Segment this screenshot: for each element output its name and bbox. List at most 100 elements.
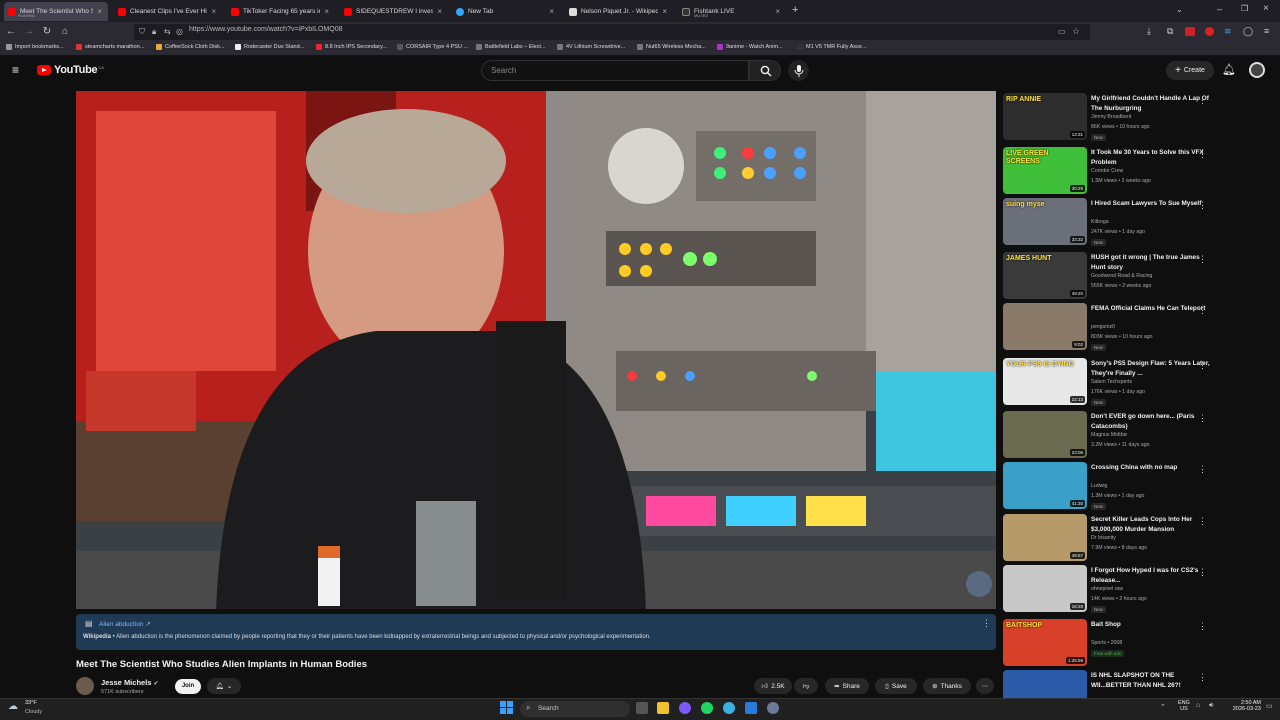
recommendation-item[interactable]: 9:02 FEMA Official Claims He Can Teleport…: [1003, 303, 1273, 353]
recommendation-channel[interactable]: Kitboga: [1091, 219, 1109, 225]
shield-icon[interactable]: ⛉: [139, 27, 145, 37]
recommendation-item[interactable]: LIVE GREEN SCREENS 30:29 It Took Me 30 Yea…: [1003, 147, 1273, 197]
weather-temperature[interactable]: 33°F: [25, 700, 37, 706]
recommendation-item[interactable]: RIP ANNIE 13:31 My Girlfriend Couldn't Han…: [1003, 93, 1273, 143]
task-view-icon[interactable]: [636, 702, 648, 714]
more-options-icon[interactable]: ⋮: [1198, 413, 1207, 424]
video-thumbnail[interactable]: BAITSHOP 1:25:59: [1003, 619, 1087, 666]
bookmark-item[interactable]: 8.8 Inch IPS Secondary...: [316, 44, 387, 50]
recommendation-item[interactable]: JAMES HUNT 49:20 RUSH got it wrong | The t…: [1003, 252, 1273, 302]
close-tab-icon[interactable]: ×: [549, 7, 554, 16]
volume-icon[interactable]: 🔊︎: [1209, 702, 1213, 710]
close-tab-icon[interactable]: ×: [211, 7, 216, 16]
bookmark-item[interactable]: M1 V5 TMR Fully Asse...: [797, 44, 866, 50]
recommendation-channel[interactable]: penguinz0: [1091, 324, 1115, 330]
more-options-icon[interactable]: ⋮: [1198, 200, 1207, 211]
voice-search-button[interactable]: [788, 60, 809, 81]
more-options-icon[interactable]: ⋮: [1198, 95, 1207, 106]
more-options-icon[interactable]: ⋮: [1198, 567, 1207, 578]
bookmark-item[interactable]: Rodecaster Duo Stand...: [235, 44, 304, 50]
menu-hamburger-icon[interactable]: ≡: [1264, 26, 1269, 36]
media-icon[interactable]: ◎: [176, 27, 183, 36]
recommendation-item[interactable]: 41:30 Crossing China with no map Ludwig 1.3…: [1003, 462, 1273, 512]
account-icon[interactable]: ◯: [1243, 26, 1253, 37]
video-thumbnail[interactable]: 49:57: [1003, 514, 1087, 561]
share-button[interactable]: ➦ Share: [825, 678, 869, 694]
more-options-icon[interactable]: ⋮: [1198, 672, 1207, 683]
bookmark-item[interactable]: steamcharts marathon...: [76, 44, 144, 50]
spotify-icon[interactable]: [701, 702, 713, 714]
tab-4[interactable]: SIDEQUESTDREW I investigate×: [340, 2, 448, 21]
url-text[interactable]: https://www.youtube.com/watch?v=iPxbILOM…: [189, 26, 343, 33]
recommendation-title[interactable]: My Girlfriend Couldn't Handle A Lap Of T…: [1091, 94, 1213, 114]
tab-5[interactable]: New Tab ×: [452, 2, 560, 21]
video-thumbnail[interactable]: LIVE GREEN SCREENS 30:29: [1003, 147, 1087, 194]
recommendation-item[interactable]: YOUR PS5 IS DYING 22:13 Sony's PS5 Design …: [1003, 358, 1273, 408]
notifications-bell-icon[interactable]: 🔔︎: [1222, 63, 1236, 76]
lock-icon[interactable]: 🔒︎: [152, 27, 156, 37]
system-tray-chevron-icon[interactable]: ⌃: [1160, 703, 1166, 711]
more-options-icon[interactable]: ⋮: [982, 618, 991, 629]
recommendation-title[interactable]: RUSH got it wrong | The true James Hunt …: [1091, 253, 1213, 273]
close-tab-icon[interactable]: ×: [662, 7, 667, 16]
recommendation-item[interactable]: 16:28 I Forgot How Hyped I was for CS2's …: [1003, 565, 1273, 615]
subscription-bell-button[interactable]: 🔔︎ ⌄: [207, 678, 241, 694]
recommendation-item[interactable]: suing myse 33:32 I Hired Scam Lawyers To S…: [1003, 198, 1273, 248]
search-button[interactable]: [749, 60, 781, 81]
discord-icon[interactable]: [679, 702, 691, 714]
bookmark-item[interactable]: 9anime - Watch Anim...: [717, 44, 783, 50]
more-options-icon[interactable]: ⋮: [1198, 464, 1207, 475]
tab-7[interactable]: Fishtank LIVE × MUTED: [678, 2, 786, 21]
network-icon[interactable]: ⌂: [1196, 702, 1200, 709]
maximize-icon[interactable]: ❐: [1241, 4, 1248, 13]
permissions-icon[interactable]: ⇆: [164, 27, 171, 36]
recommendation-channel[interactable]: Corridor Crew: [1091, 168, 1123, 174]
video-thumbnail[interactable]: RIP ANNIE 13:31: [1003, 93, 1087, 140]
tab-youtube-active[interactable]: Meet The Scientist Who Studie × PLAYING: [4, 2, 108, 21]
tab-3[interactable]: TikToker Facing 65 years in Pri ×: [227, 2, 335, 21]
recommendation-channel[interactable]: Ludwig: [1091, 483, 1107, 489]
save-button[interactable]: ▯ Save: [875, 678, 917, 694]
like-button[interactable]: 👍︎ 2.5K: [754, 678, 792, 694]
back-icon[interactable]: ←: [5, 26, 17, 38]
channel-name[interactable]: Jesse Michels ✔: [101, 678, 159, 687]
video-thumbnail[interactable]: 16:28: [1003, 565, 1087, 612]
clock[interactable]: 2:50 AM 2026-03-23: [1225, 700, 1261, 712]
more-options-icon[interactable]: ⋮: [1198, 305, 1207, 316]
recommendation-title[interactable]: I Forgot How Hyped I was for CS2's Relea…: [1091, 566, 1213, 586]
tab-list-chevron-icon[interactable]: ⌄: [1176, 5, 1183, 14]
bookmark-item[interactable]: Nut65 Wireless Mecha...: [637, 44, 706, 50]
video-player[interactable]: [76, 91, 996, 609]
tab-2[interactable]: Cleanest Clips I've Ever Hit... ×: [114, 2, 222, 21]
more-options-icon[interactable]: ⋮: [1198, 516, 1207, 527]
forward-icon[interactable]: →: [23, 26, 35, 38]
recommendation-item[interactable]: BAITSHOP 1:25:59 Bait Shop Sports • 2008 ⋮ Fr…: [1003, 619, 1273, 669]
close-tab-icon[interactable]: ×: [324, 7, 329, 16]
extension-blue-icon[interactable]: ≋: [1224, 26, 1232, 37]
notification-center-icon[interactable]: ▭: [1266, 702, 1273, 710]
channel-avatar[interactable]: [76, 677, 94, 695]
downloads-icon[interactable]: ⤓: [1147, 26, 1151, 37]
video-thumbnail[interactable]: 41:30: [1003, 462, 1087, 509]
more-options-icon[interactable]: ⋮: [1198, 254, 1207, 265]
join-button[interactable]: Join: [175, 679, 201, 694]
recommendation-title[interactable]: Don't EVER go down here... (Paris Cataco…: [1091, 412, 1213, 432]
recommendation-item[interactable]: 23:06 Don't EVER go down here... (Paris C…: [1003, 411, 1273, 461]
recommendation-channel[interactable]: Dr Insanity: [1091, 535, 1116, 541]
video-thumbnail[interactable]: JAMES HUNT 49:20: [1003, 252, 1087, 299]
bookmark-item[interactable]: 4V Lithium Screwdrive...: [557, 44, 625, 50]
guide-menu-icon[interactable]: ≡: [12, 63, 19, 77]
recommendation-title[interactable]: FEMA Official Claims He Can Teleport: [1091, 304, 1213, 314]
browser-taskbar-icon[interactable]: [723, 702, 735, 714]
bookmark-item[interactable]: CORSAIR Type 4 PSU ...: [397, 44, 468, 50]
video-thumbnail[interactable]: YOUR PS5 IS DYING 22:13: [1003, 358, 1087, 405]
more-options-icon[interactable]: ⋮: [1198, 149, 1207, 160]
recommendation-title[interactable]: IS NHL SLAPSHOT ON THE WII...BETTER THAN…: [1091, 671, 1213, 691]
recommendation-title[interactable]: Bait Shop: [1091, 620, 1213, 630]
youtube-logo[interactable]: YouTube CA: [37, 64, 104, 76]
extensions-icon[interactable]: ⧉: [1167, 26, 1173, 37]
create-button[interactable]: + Create: [1166, 61, 1214, 80]
recommendation-title[interactable]: I Hired Scam Lawyers To Sue Myself: [1091, 199, 1213, 209]
app-taskbar-icon[interactable]: [745, 702, 757, 714]
search-input[interactable]: Search: [481, 60, 749, 81]
